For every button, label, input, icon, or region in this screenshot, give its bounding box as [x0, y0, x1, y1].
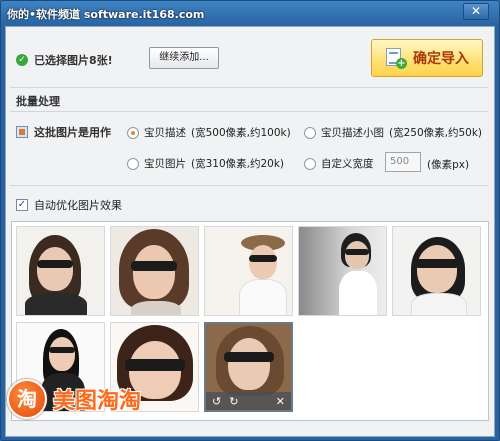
window-title: 你的•软件频道 software.it168.com: [7, 8, 205, 21]
radio-item-image[interactable]: 宝贝图片 (宽310像素,约20k): [127, 156, 284, 171]
divider: [10, 185, 488, 186]
photo: [111, 227, 198, 315]
confirm-import-label: 确定导入: [413, 51, 469, 67]
usage-label-text: 这批图片是用作: [34, 126, 111, 139]
photo: [393, 227, 480, 315]
radio-custom-width[interactable]: 自定义宽度: [304, 156, 374, 171]
radio-note: (宽500像素,约100k): [191, 127, 291, 139]
photo: [17, 227, 104, 315]
image-usage-icon: [16, 126, 28, 138]
radio-label: 宝贝图片: [144, 158, 186, 170]
unit-label: (像素px): [427, 159, 470, 171]
radio-button[interactable]: [304, 157, 316, 170]
radio-button[interactable]: [127, 157, 139, 170]
selection-status: ✓ 已选择图片8张!: [16, 52, 113, 68]
radio-label: 宝贝描述: [144, 127, 186, 139]
radio-description-small[interactable]: 宝贝描述小图 (宽250像素,约50k): [304, 125, 482, 140]
thumbnail-toolbar: ↺ ↻ ✕: [206, 392, 291, 410]
photo: [205, 227, 292, 315]
dialog-window: 你的•软件频道 software.it168.com ✕ ✓ 已选择图片8张! …: [0, 0, 500, 441]
check-icon: ✓: [16, 54, 28, 66]
thumbnail[interactable]: [204, 226, 293, 316]
radio-note: (宽310像素,约20k): [191, 158, 285, 170]
radio-button[interactable]: [304, 126, 316, 139]
radio-label: 自定义宽度: [321, 158, 374, 170]
confirm-import-button[interactable]: + 确定导入: [371, 39, 483, 77]
logo-mark: 淘: [7, 379, 47, 419]
photo: [299, 227, 386, 315]
selection-status-text: 已选择图片8张!: [34, 54, 113, 67]
divider: [10, 111, 488, 112]
rotate-left-icon[interactable]: ↺: [212, 395, 221, 408]
thumbnail[interactable]: [16, 226, 105, 316]
logo-text: 美图淘淘: [53, 389, 142, 414]
radio-button[interactable]: [127, 126, 139, 139]
thumbnail-selected[interactable]: ↺ ↻ ✕: [204, 322, 293, 412]
title-bar: 你的•软件频道 software.it168.com ✕: [1, 1, 499, 25]
dialog-body: ✓ 已选择图片8张! 继续添加... + 确定导入 批量处理 这批图片是用作 宝…: [5, 26, 495, 437]
divider: [10, 87, 488, 88]
add-more-button[interactable]: 继续添加...: [149, 47, 219, 69]
radio-note: (宽250像素,约50k): [389, 127, 483, 139]
rotate-right-icon[interactable]: ↻: [229, 395, 238, 408]
auto-optimize-option[interactable]: ✓ 自动优化图片效果: [16, 197, 122, 213]
thumbnail[interactable]: [298, 226, 387, 316]
delete-icon[interactable]: ✕: [276, 395, 285, 408]
radio-label: 宝贝描述小图: [321, 127, 384, 139]
thumbnail[interactable]: [110, 226, 199, 316]
custom-width-input[interactable]: 500: [385, 152, 421, 172]
usage-label: 这批图片是用作: [16, 124, 111, 140]
auto-optimize-checkbox[interactable]: ✓: [16, 199, 28, 211]
close-button[interactable]: ✕: [463, 3, 489, 20]
import-icon: +: [385, 47, 407, 69]
meitu-taotao-logo: 淘 美图淘淘: [7, 379, 141, 419]
radio-description[interactable]: 宝贝描述 (宽500像素,约100k): [127, 125, 291, 140]
batch-section-title: 批量处理: [16, 95, 60, 108]
thumbnail[interactable]: [392, 226, 481, 316]
auto-optimize-label: 自动优化图片效果: [34, 199, 122, 212]
